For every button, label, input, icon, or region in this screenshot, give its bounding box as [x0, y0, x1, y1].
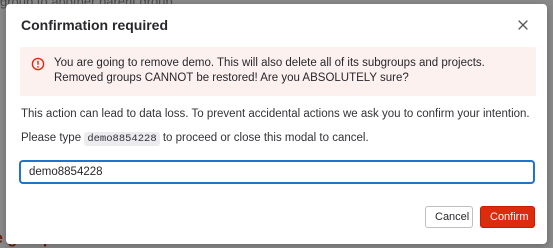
close-icon	[518, 20, 528, 30]
data-loss-warning: This action can lead to data loss. To pr…	[21, 108, 530, 120]
footer-divider	[6, 194, 547, 195]
close-button[interactable]	[513, 15, 533, 35]
modal-title: Confirmation required	[21, 17, 169, 33]
instruction-suffix: to proceed or close this modal to cancel…	[162, 132, 369, 144]
confirmation-code: demo8854228	[84, 132, 160, 146]
confirm-instruction: Please type demo8854228 to proceed or cl…	[21, 132, 369, 146]
alert-message: You are going to remove demo. This will …	[54, 57, 485, 84]
confirmation-input[interactable]	[20, 161, 534, 183]
instruction-prefix: Please type	[21, 132, 82, 144]
danger-alert: You are going to remove demo. This will …	[20, 47, 536, 96]
error-circle-icon	[31, 57, 45, 71]
cancel-button[interactable]: Cancel	[425, 206, 473, 228]
modal-header: Confirmation required	[6, 4, 547, 44]
confirmation-modal: Confirmation required You are going to r…	[6, 4, 547, 244]
confirm-button[interactable]: Confirm	[480, 206, 535, 228]
